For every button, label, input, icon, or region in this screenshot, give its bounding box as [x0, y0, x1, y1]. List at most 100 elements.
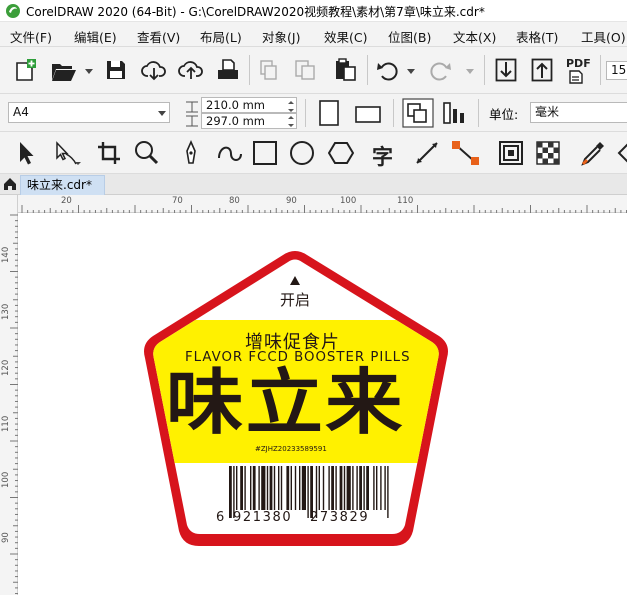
- text-tool-icon[interactable]: 字: [372, 141, 393, 171]
- connector-tool-icon[interactable]: [451, 140, 481, 166]
- barcode-bar: [318, 466, 320, 510]
- barcode-bar: [359, 466, 362, 510]
- zoom-tool-icon[interactable]: [133, 140, 161, 166]
- menu-object[interactable]: 对象(J): [262, 27, 300, 46]
- barcode-bar: [278, 466, 280, 510]
- menu-edit[interactable]: 编辑(E): [74, 27, 117, 46]
- barcode-bar: [244, 466, 246, 510]
- barcode-bar: [376, 466, 378, 510]
- vertical-ruler[interactable]: 140 130 120 110 100 90: [0, 195, 18, 595]
- hruler-label: 80: [229, 196, 240, 206]
- artistic-media-tool-icon[interactable]: [216, 140, 246, 166]
- import-icon[interactable]: [495, 58, 517, 82]
- barcode-digits-right: 273829: [310, 510, 370, 525]
- save-icon[interactable]: [105, 59, 127, 81]
- toolbox: 字: [0, 132, 627, 174]
- property-bar: A4 210.0 mm 297.0 mm 单位: 毫米: [0, 94, 627, 132]
- page-size-select[interactable]: A4: [8, 102, 170, 123]
- vruler-label: 130: [1, 303, 11, 320]
- export-icon[interactable]: [531, 58, 553, 82]
- hruler-label: 90: [286, 196, 297, 206]
- redo-icon[interactable]: [428, 59, 452, 83]
- eyedropper-tool-icon[interactable]: [580, 140, 606, 166]
- ellipse-tool-icon[interactable]: [289, 140, 315, 166]
- barcode-bar: [356, 466, 358, 510]
- open-dropdown-icon[interactable]: [85, 69, 93, 74]
- cloud-upload-icon[interactable]: [178, 59, 204, 81]
- page-height-field[interactable]: 297.0 mm: [201, 113, 297, 129]
- barcode-bar: [366, 466, 369, 510]
- paste-icon[interactable]: [293, 59, 317, 81]
- redo-dropdown-icon[interactable]: [466, 69, 474, 74]
- barcode-bar: [236, 466, 238, 510]
- undo-dropdown-icon[interactable]: [407, 69, 415, 74]
- page-size-dropdown-icon: [158, 111, 166, 116]
- barcode-bar: [328, 466, 330, 510]
- barcode-bar: [258, 466, 260, 510]
- publish-pdf-button[interactable]: PDF: [566, 57, 591, 85]
- cloud-download-icon[interactable]: [141, 59, 167, 81]
- horizontal-ruler-ticks: [21, 205, 627, 213]
- menu-effects[interactable]: 效果(C): [324, 27, 367, 46]
- barcode-bar: [387, 466, 389, 518]
- barcode-bar: [266, 466, 269, 510]
- parallel-dimension-tool-icon[interactable]: [414, 140, 442, 166]
- barcode-bar: [339, 466, 343, 510]
- open-here-text: 开启: [280, 291, 311, 309]
- page-width-field[interactable]: 210.0 mm: [201, 97, 297, 113]
- drop-shadow-tool-icon[interactable]: [498, 140, 524, 166]
- current-page-icon[interactable]: [441, 99, 469, 127]
- freehand-tool-icon[interactable]: [180, 140, 202, 166]
- document-tab[interactable]: 味立来.cdr*: [20, 175, 105, 195]
- crop-tool-icon[interactable]: [96, 140, 122, 166]
- rectangle-tool-icon[interactable]: [252, 140, 278, 166]
- menu-tools[interactable]: 工具(O): [581, 27, 626, 46]
- polygon-tool-icon[interactable]: [328, 140, 354, 166]
- barcode-bar: [346, 466, 351, 510]
- zoom-level-field[interactable]: 150: [606, 61, 627, 80]
- new-document-icon[interactable]: [14, 58, 38, 82]
- units-select[interactable]: 毫米: [530, 102, 627, 123]
- page-height-value: 297.0 mm: [206, 114, 265, 128]
- vruler-label: 110: [1, 415, 11, 432]
- portrait-orientation-icon[interactable]: [316, 99, 342, 127]
- menu-file[interactable]: 文件(F): [10, 27, 52, 46]
- transparency-tool-icon[interactable]: [535, 140, 561, 166]
- home-icon[interactable]: [3, 177, 17, 191]
- landscape-orientation-icon[interactable]: [351, 102, 385, 124]
- interactive-fill-tool-icon[interactable]: [616, 140, 627, 166]
- barcode-bar: [229, 466, 232, 518]
- barcode-bar: [380, 466, 382, 510]
- barcode-bar: [301, 466, 306, 510]
- barcode-bar: [335, 466, 337, 510]
- barcode-bar: [250, 466, 252, 510]
- drawing-canvas[interactable]: 开启 增味促食片 FLAVOR FCCD BOOSTER PILLS 味立来 #…: [19, 213, 627, 595]
- units-label: 单位:: [489, 107, 519, 122]
- menu-text[interactable]: 文本(X): [453, 27, 496, 46]
- all-pages-icon[interactable]: [402, 98, 434, 128]
- page-width-value: 210.0 mm: [206, 98, 265, 112]
- barcode-bar: [269, 466, 273, 510]
- print-icon[interactable]: [216, 58, 240, 82]
- menu-table[interactable]: 表格(T): [516, 27, 558, 46]
- coreldraw-logo-icon: [6, 4, 20, 18]
- barcode-digit-lead: 6: [216, 510, 226, 525]
- window-title: CorelDRAW 2020 (64-Bit) - G:\CorelDRAW20…: [26, 5, 485, 19]
- pick-tool-icon[interactable]: [14, 140, 38, 166]
- undo-icon[interactable]: [376, 59, 400, 83]
- product-code: #ZJHZ20233589591: [255, 445, 327, 453]
- copy-icon[interactable]: [258, 59, 278, 81]
- clipboard-icon[interactable]: [332, 57, 358, 83]
- dimension-spinner-icon[interactable]: [286, 98, 296, 128]
- menu-bitmaps[interactable]: 位图(B): [388, 27, 431, 46]
- vruler-label: 120: [1, 359, 11, 376]
- barcode-bar: [363, 466, 365, 510]
- menu-view[interactable]: 查看(V): [137, 27, 180, 46]
- barcode-bar: [299, 466, 301, 510]
- page-size-value: A4: [13, 105, 29, 119]
- barcode-bar: [307, 466, 309, 518]
- menu-layout[interactable]: 布局(L): [200, 27, 242, 46]
- horizontal-ruler[interactable]: 20 70 80 90 100 110: [18, 195, 627, 213]
- open-folder-icon[interactable]: [50, 60, 78, 82]
- vruler-label: 90: [1, 532, 11, 543]
